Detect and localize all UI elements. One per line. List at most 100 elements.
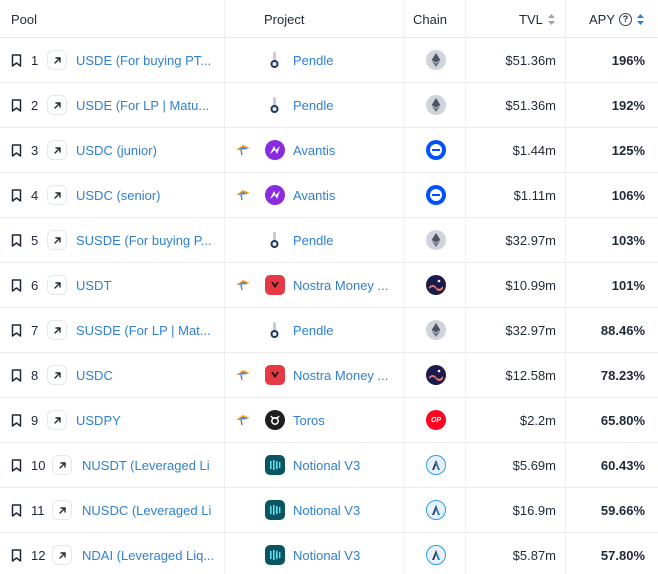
bookmark-icon[interactable]: [11, 128, 25, 172]
table-row[interactable]: 11 NUSDC (Leveraged Li Notional V3 $16.9…: [0, 488, 658, 533]
tvl-value: $51.36m: [505, 97, 556, 113]
project-link[interactable]: Nostra Money ...: [293, 353, 388, 397]
tvl-value: $10.99m: [505, 277, 556, 293]
rank-number: 5: [31, 232, 39, 248]
tvl-value: $16.9m: [512, 502, 556, 518]
apy-value: 57.80%: [600, 547, 645, 563]
rank-number: 7: [31, 322, 39, 338]
table-row[interactable]: 1 USDE (For buying PT... Pendle $51.36m …: [0, 38, 658, 83]
bookmark-icon[interactable]: [11, 443, 25, 487]
header-apy[interactable]: APY ?: [589, 0, 645, 38]
pendle-icon: [265, 38, 285, 82]
project-link[interactable]: Pendle: [293, 308, 333, 352]
external-link-button[interactable]: [47, 218, 67, 262]
arrow-up-right-icon: [47, 140, 67, 160]
project-link[interactable]: Notional V3: [293, 488, 360, 532]
apy-value: 88.46%: [600, 322, 645, 338]
header-pool[interactable]: Pool: [11, 0, 37, 38]
rank-number: 11: [31, 502, 45, 518]
pool-link[interactable]: NUSDC (Leveraged Li: [82, 488, 216, 532]
bookmark-icon[interactable]: [11, 488, 25, 532]
project-link[interactable]: Nostra Money ...: [293, 263, 388, 307]
pool-link[interactable]: USDC (senior): [76, 173, 216, 217]
reward-icon: [235, 353, 251, 397]
bookmark-icon[interactable]: [11, 533, 25, 574]
bookmark-icon[interactable]: [11, 263, 25, 307]
pool-link[interactable]: NUSDT (Leveraged Li: [82, 443, 216, 487]
external-link-button[interactable]: [47, 83, 67, 127]
project-link[interactable]: Pendle: [293, 83, 333, 127]
rank-number: 2: [31, 97, 39, 113]
notional-icon: [265, 533, 285, 574]
rank-number: 6: [31, 277, 39, 293]
apy-value: 101%: [611, 277, 645, 293]
external-link-button[interactable]: [52, 533, 72, 574]
sort-icon: [637, 13, 645, 25]
table-row[interactable]: 9 USDPY Toros OP $2.2m 65.80%: [0, 398, 658, 443]
table-row[interactable]: 5 SUSDE (For buying P... Pendle $32.97m …: [0, 218, 658, 263]
rank-number: 1: [31, 52, 39, 68]
project-link[interactable]: Avantis: [293, 128, 335, 172]
apy-value: 196%: [611, 52, 645, 68]
external-link-button[interactable]: [47, 173, 67, 217]
reward-icon: [235, 128, 251, 172]
nostra-icon: [265, 263, 285, 307]
apy-value: 60.43%: [600, 457, 645, 473]
external-link-button[interactable]: [47, 263, 67, 307]
table-row[interactable]: 12 NDAI (Leveraged Liq... Notional V3 $5…: [0, 533, 658, 574]
apy-value: 103%: [611, 232, 645, 248]
pool-link[interactable]: NDAI (Leveraged Liq...: [82, 533, 216, 574]
help-icon[interactable]: ?: [619, 12, 633, 26]
bookmark-icon[interactable]: [11, 218, 25, 262]
table-row[interactable]: 10 NUSDT (Leveraged Li Notional V3 $5.69…: [0, 443, 658, 488]
table-row[interactable]: 8 USDC Nostra Money ... $12.58m 78.23%: [0, 353, 658, 398]
external-link-button[interactable]: [47, 308, 67, 352]
project-link[interactable]: Avantis: [293, 173, 335, 217]
external-link-button[interactable]: [47, 128, 67, 172]
pool-link[interactable]: USDPY: [76, 398, 216, 442]
pool-link[interactable]: USDE (For buying PT...: [76, 38, 216, 82]
pendle-icon: [265, 218, 285, 262]
tvl-value: $12.58m: [505, 367, 556, 383]
avantis-icon: [265, 173, 285, 217]
apy-value: 78.23%: [600, 367, 645, 383]
external-link-button[interactable]: [52, 488, 72, 532]
bookmark-icon[interactable]: [11, 398, 25, 442]
external-link-button[interactable]: [47, 38, 67, 82]
project-link[interactable]: Notional V3: [293, 443, 360, 487]
table-row[interactable]: 3 USDC (junior) Avantis $1.44m 125%: [0, 128, 658, 173]
project-link[interactable]: Pendle: [293, 38, 333, 82]
base-icon: [426, 128, 446, 172]
project-link[interactable]: Notional V3: [293, 533, 360, 574]
external-link-button[interactable]: [52, 443, 72, 487]
pool-link[interactable]: SUSDE (For LP | Mat...: [76, 308, 216, 352]
tvl-value: $32.97m: [505, 232, 556, 248]
pool-link[interactable]: USDC (junior): [76, 128, 216, 172]
project-link[interactable]: Toros: [293, 398, 325, 442]
arrow-up-right-icon: [47, 50, 67, 70]
bookmark-icon[interactable]: [11, 173, 25, 217]
header-project[interactable]: Project: [264, 0, 304, 38]
external-link-button[interactable]: [47, 353, 67, 397]
table-row[interactable]: 6 USDT Nostra Money ... $10.99m 101%: [0, 263, 658, 308]
pool-link[interactable]: SUSDE (For buying P...: [76, 218, 216, 262]
table-row[interactable]: 7 SUSDE (For LP | Mat... Pendle $32.97m …: [0, 308, 658, 353]
project-link[interactable]: Pendle: [293, 218, 333, 262]
bookmark-icon[interactable]: [11, 308, 25, 352]
bookmark-icon[interactable]: [11, 353, 25, 397]
ethereum-icon: [426, 308, 446, 352]
header-tvl[interactable]: TVL: [519, 0, 555, 38]
header-chain[interactable]: Chain: [413, 0, 447, 38]
pool-link[interactable]: USDC: [76, 353, 216, 397]
pool-link[interactable]: USDT: [76, 263, 216, 307]
notional-icon: [265, 488, 285, 532]
tvl-value: $1.44m: [512, 142, 556, 158]
external-link-button[interactable]: [47, 398, 67, 442]
table-row[interactable]: 4 USDC (senior) Avantis $1.11m 106%: [0, 173, 658, 218]
table-row[interactable]: 2 USDE (For LP | Matu... Pendle $51.36m …: [0, 83, 658, 128]
bookmark-icon[interactable]: [11, 38, 25, 82]
bookmark-icon[interactable]: [11, 83, 25, 127]
rank-number: 12: [31, 547, 46, 563]
pool-link[interactable]: USDE (For LP | Matu...: [76, 83, 216, 127]
apy-value: 59.66%: [600, 502, 645, 518]
